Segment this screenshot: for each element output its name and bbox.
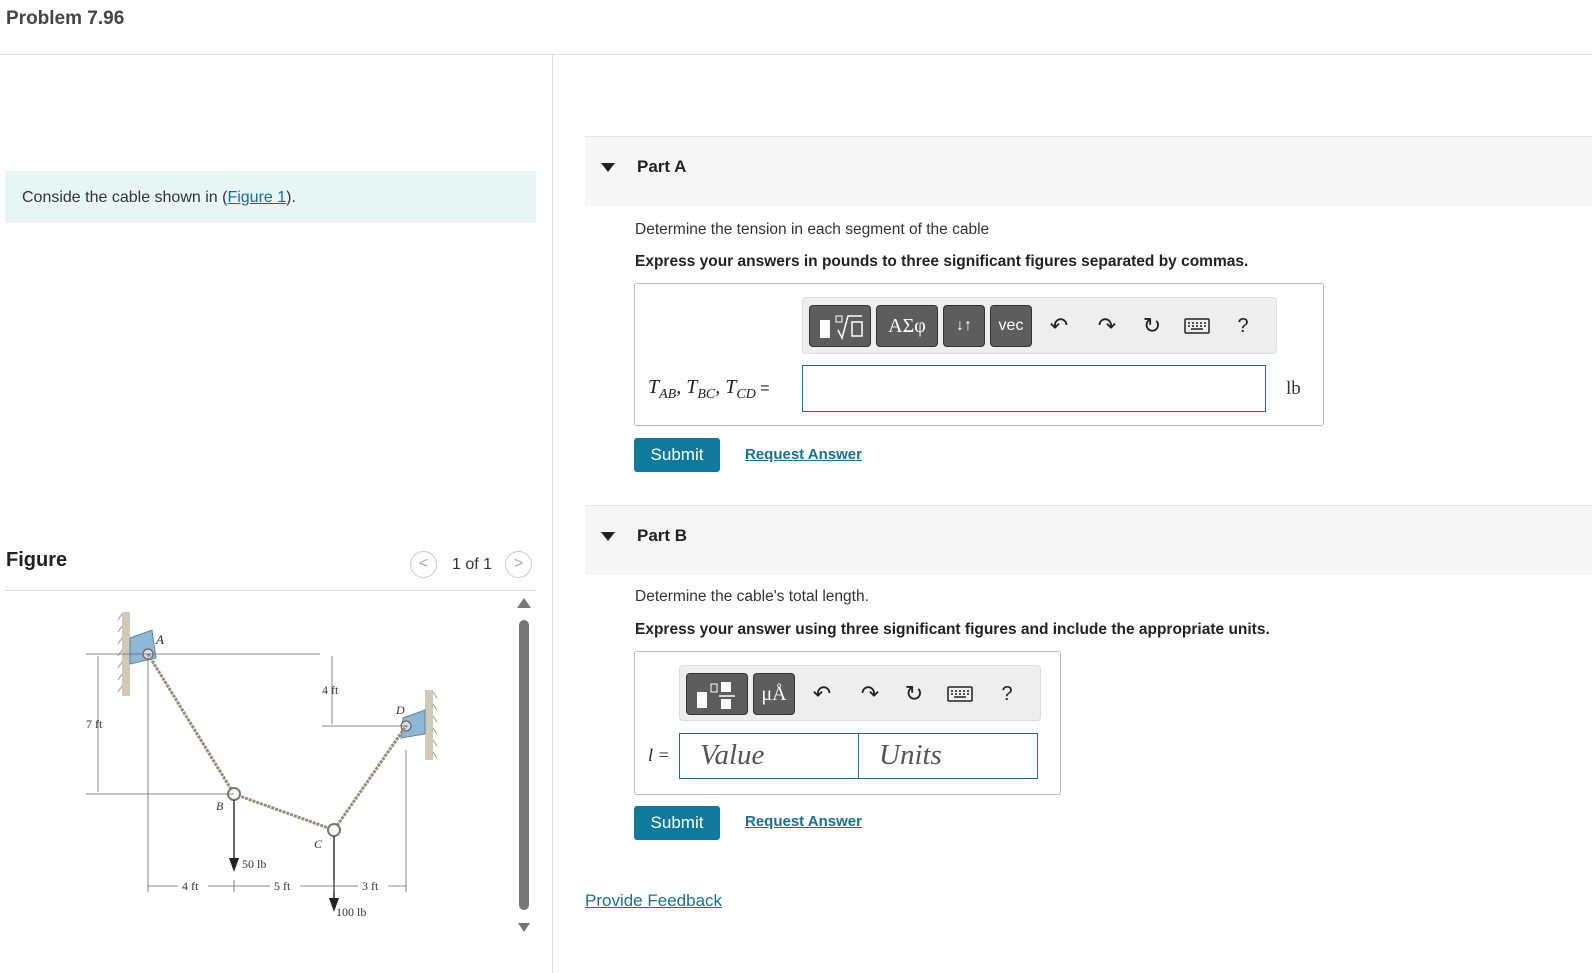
- undo-icon[interactable]: ↶: [1043, 310, 1075, 342]
- part-b-submit-button[interactable]: Submit: [634, 806, 720, 840]
- equals-sign: =: [755, 380, 770, 397]
- part-b-request-answer-link[interactable]: Request Answer: [745, 813, 862, 830]
- t-bc-subscript: BC: [697, 387, 716, 402]
- part-a-math-toolbar: ΑΣφ ↓↑ vec ↶ ↷ ↻ ?: [802, 297, 1277, 354]
- part-b-units-input[interactable]: Units: [858, 733, 1038, 779]
- label-d: D: [395, 703, 405, 717]
- t-cd-subscript: CD: [736, 387, 756, 402]
- load-b-arrow-icon: [229, 858, 239, 872]
- part-b-question: Determine the cable's total length.: [635, 588, 869, 605]
- part-b-value-input[interactable]: Value: [679, 733, 859, 779]
- figure-scrollbar-thumb[interactable]: [519, 620, 529, 910]
- figure-counter: 1 of 1: [452, 556, 493, 573]
- label-a: A: [155, 632, 164, 647]
- label-span-5ft: 5 ft: [274, 879, 291, 893]
- redo-icon[interactable]: ↷: [854, 678, 886, 710]
- scroll-down-icon[interactable]: [518, 923, 530, 932]
- cable-figure: A B C D 7 ft 4 ft 50 lb 100 lb 4 ft 5 ft…: [86, 612, 438, 919]
- vector-button[interactable]: vec: [990, 305, 1032, 347]
- part-b-answer-label: l =: [648, 745, 670, 765]
- part-b-instruction: Express your answer using three signific…: [635, 621, 1270, 638]
- label-50lb: 50 lb: [242, 857, 266, 871]
- redo-icon[interactable]: ↷: [1091, 310, 1123, 342]
- part-b-label: Part B: [637, 526, 688, 545]
- figure-prev-button[interactable]: <: [410, 551, 437, 578]
- part-a-header[interactable]: Part A: [585, 136, 1592, 206]
- units-placeholder: Units: [879, 739, 942, 771]
- part-a-label: Part A: [637, 157, 687, 176]
- figure-heading: Figure: [6, 549, 68, 571]
- templates-button[interactable]: [686, 673, 748, 715]
- wall-a-hatch: [117, 613, 123, 693]
- label-100lb: 100 lb: [336, 905, 366, 919]
- label-span-3ft: 3 ft: [362, 879, 379, 893]
- part-a-unit: lb: [1286, 378, 1301, 399]
- part-a-answer-label: TAB, TBC, TCD =: [648, 376, 770, 402]
- problem-title: Problem 7.96: [6, 8, 125, 29]
- label-c: C: [314, 837, 323, 851]
- figure-next-button[interactable]: >: [505, 551, 532, 578]
- templates-icon: [820, 315, 863, 341]
- wall-d-hatch: [432, 691, 438, 759]
- part-a-question: Determine the tension in each segment of…: [635, 221, 990, 238]
- part-a-request-answer-link[interactable]: Request Answer: [745, 446, 862, 463]
- provide-feedback-link[interactable]: Provide Feedback: [585, 891, 722, 911]
- keyboard-icon[interactable]: [1181, 310, 1213, 342]
- help-icon[interactable]: ?: [991, 678, 1023, 710]
- collapse-triangle-icon: [601, 163, 615, 172]
- subscript-superscript-button[interactable]: ↓↑: [943, 305, 985, 347]
- reset-icon[interactable]: ↻: [1136, 310, 1168, 342]
- t-cd-symbol: T: [725, 376, 737, 398]
- intro-panel: Conside the cable shown in (Figure 1).: [5, 171, 536, 223]
- undo-icon[interactable]: ↶: [806, 678, 838, 710]
- collapse-triangle-icon: [601, 532, 615, 541]
- greek-symbols-button[interactable]: ΑΣφ: [876, 305, 938, 347]
- part-a-answer-input[interactable]: [802, 365, 1266, 412]
- templates-icon: [697, 682, 735, 709]
- label-7ft: 7 ft: [86, 717, 103, 731]
- figure-link[interactable]: Figure 1: [227, 189, 286, 206]
- intro-text-after: ).: [286, 189, 296, 206]
- label-4ft-vert: 4 ft: [322, 683, 339, 697]
- help-icon[interactable]: ?: [1227, 310, 1259, 342]
- scroll-up-icon[interactable]: [517, 598, 531, 608]
- units-button[interactable]: μÅ: [753, 673, 795, 715]
- header-divider: [0, 54, 1592, 55]
- t-bc-symbol: T: [686, 376, 698, 398]
- wall-d: [425, 690, 433, 760]
- templates-button[interactable]: [809, 305, 871, 347]
- part-a-instruction: Express your answers in pounds to three …: [635, 253, 1249, 270]
- t-ab-subscript: AB: [659, 387, 677, 402]
- intro-text-before: Conside the cable shown in (: [22, 189, 228, 206]
- chevron-right-icon: >: [513, 555, 524, 572]
- part-a-submit-button[interactable]: Submit: [634, 438, 720, 472]
- chevron-left-icon: <: [418, 555, 429, 572]
- keyboard-icon[interactable]: [944, 678, 976, 710]
- part-b-math-toolbar: μÅ ↶ ↷ ↻ ?: [679, 665, 1041, 721]
- label-b: B: [216, 799, 224, 813]
- figure-divider: [5, 590, 535, 591]
- value-placeholder: Value: [700, 739, 765, 771]
- ring-c: [327, 823, 341, 837]
- column-divider: [552, 55, 553, 973]
- t-ab-symbol: T: [648, 376, 660, 398]
- reset-icon[interactable]: ↻: [898, 678, 930, 710]
- cable: [146, 653, 408, 832]
- intro-text: Conside the cable shown in (Figure 1).: [22, 189, 296, 207]
- part-b-header[interactable]: Part B: [585, 505, 1592, 575]
- label-span-4ft: 4 ft: [182, 879, 199, 893]
